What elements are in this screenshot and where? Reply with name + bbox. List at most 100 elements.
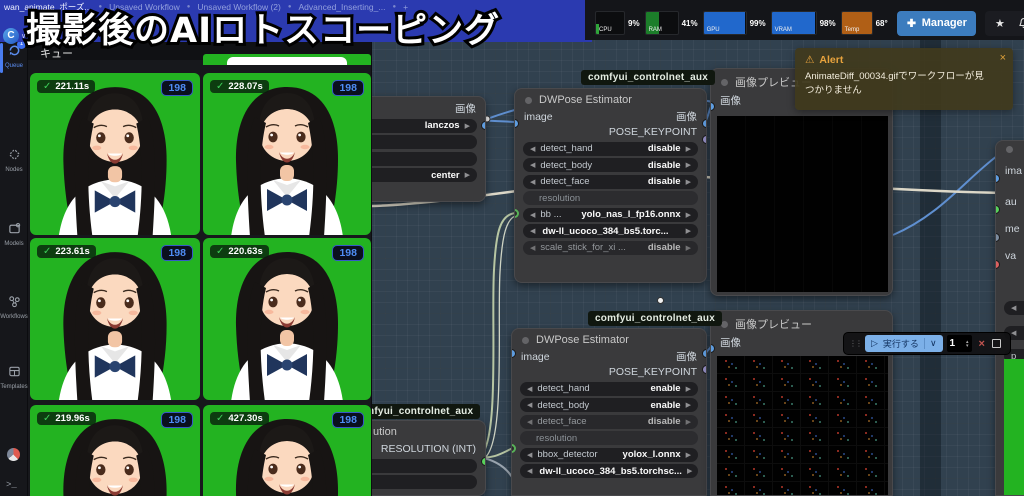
widget-detect-body[interactable]: ◀ detect_body enable ▶ [520, 398, 698, 412]
right-arrow-icon[interactable]: ▶ [686, 451, 691, 459]
execution-time-chip: ✓220.63s [210, 245, 269, 258]
widget-blank[interactable]: ◀ [1004, 301, 1024, 315]
left-arrow-icon[interactable]: ◀ [530, 244, 535, 252]
close-icon[interactable]: × [1000, 52, 1006, 64]
run-toolbar: ⋮⋮ ▷ 実行する ∨ 1 ▴▾ × [843, 332, 1011, 355]
queue-result-partial[interactable] [203, 54, 371, 65]
widget-detect-hand[interactable]: ◀ detect_hand enable ▶ [520, 382, 698, 396]
left-arrow-icon[interactable]: ◀ [530, 161, 535, 169]
output-image-port[interactable] [702, 349, 707, 358]
left-arrow-icon[interactable]: ◀ [527, 467, 532, 475]
input-meta-batch-port[interactable] [995, 233, 1000, 242]
collapse-dot-icon[interactable] [1006, 146, 1013, 153]
terminal-icon[interactable]: >_ [6, 480, 17, 490]
output-resolution-port[interactable] [481, 457, 486, 466]
input-audio-port[interactable] [995, 205, 1000, 214]
left-arrow-icon[interactable]: ◀ [1011, 329, 1016, 337]
input-image-port[interactable] [710, 102, 715, 111]
left-arrow-icon[interactable]: ◀ [530, 211, 535, 219]
left-arrow-icon[interactable]: ◀ [527, 418, 532, 426]
right-arrow-icon[interactable]: ▶ [686, 161, 691, 169]
sidebar-item-workflows[interactable]: Workflows [0, 295, 28, 320]
widget-resolution[interactable]: resolution [523, 191, 698, 205]
right-arrow-icon[interactable]: ▶ [686, 145, 691, 153]
templates-icon [8, 365, 21, 378]
frame-count-badge: 198 [332, 245, 364, 261]
input-resolution-port[interactable] [514, 209, 519, 218]
node-video-combine[interactable]: ima au me va ◀ ◀ p s [995, 140, 1024, 496]
widget-bbox-detector[interactable]: ◀ bb ... yolo_nas_l_fp16.onnx ▶ [523, 208, 698, 222]
comfyui-logo[interactable]: C ∨ [3, 28, 26, 44]
widget-detect-hand[interactable]: ◀ detect_hand disable ▶ [523, 142, 698, 156]
output-image-port[interactable] [702, 119, 707, 128]
resource-pie-icon[interactable] [7, 448, 20, 461]
right-arrow-icon[interactable]: ▶ [686, 244, 691, 252]
input-image-port[interactable] [710, 344, 715, 353]
queue-result-tile[interactable]: ✓427.30s 198 [203, 405, 371, 496]
node-dwpose-estimator-1[interactable]: DWPose Estimator image画像 POSE_KEYPOINT ◀… [514, 88, 707, 283]
run-button[interactable]: ▷ 実行する ∨ [865, 335, 943, 352]
widget-pose-estimator[interactable]: ◀ dw-ll_ucoco_384_bs5.torc... ▶ [523, 224, 698, 238]
left-arrow-icon[interactable]: ◀ [1011, 304, 1016, 312]
manager-button[interactable]: Manager [897, 11, 976, 36]
widget-scale-stick[interactable]: ◀ scale_stick_for_xi ... disable ▶ [523, 241, 698, 255]
left-arrow-icon[interactable]: ◀ [527, 451, 532, 459]
frame-count-badge: 198 [161, 412, 193, 428]
collapse-dot-icon[interactable] [721, 321, 728, 328]
widget-pose-estimator[interactable]: ◀ dw-ll_ucoco_384_bs5.torchsc... ▶ [520, 464, 698, 478]
chevron-down-icon[interactable]: ∨ [930, 338, 937, 349]
collapse-dot-icon[interactable] [721, 79, 728, 86]
stop-button[interactable] [992, 339, 1001, 348]
spinner-icons[interactable]: ▴▾ [966, 340, 969, 348]
queue-result-tile[interactable]: ✓223.61s 198 [30, 238, 200, 400]
clear-queue-button[interactable]: × [976, 338, 988, 350]
widget-bbox-detector[interactable]: ◀ bbox_detector yolox_l.onnx ▶ [520, 448, 698, 462]
sidebar-item-nodes[interactable]: Nodes [0, 148, 28, 173]
output-pose-keypoint-port[interactable] [702, 365, 707, 374]
batch-count-stepper[interactable]: 1 ▴▾ [947, 335, 972, 352]
output-pose-keypoint-port[interactable] [702, 135, 707, 144]
sidebar-item-templates[interactable]: Templates [0, 365, 28, 390]
queue-result-tile[interactable]: ✓219.96s 198 [30, 405, 200, 496]
bell-icon[interactable] [1018, 17, 1024, 29]
right-arrow-icon[interactable]: ▶ [686, 227, 691, 235]
reroute-dot[interactable] [657, 297, 664, 304]
left-arrow-icon[interactable]: ◀ [527, 401, 532, 409]
left-arrow-icon[interactable]: ◀ [530, 227, 535, 235]
sidebar-item-models[interactable]: Models [0, 222, 28, 247]
widget-resolution[interactable]: resolution [520, 431, 698, 445]
right-arrow-icon[interactable]: ▶ [686, 211, 691, 219]
left-arrow-icon[interactable]: ◀ [527, 385, 532, 393]
collapse-dot-icon[interactable] [522, 337, 529, 344]
output-image-port[interactable] [481, 121, 486, 130]
right-arrow-icon[interactable]: ▶ [686, 178, 691, 186]
right-arrow-icon[interactable]: ▶ [686, 418, 691, 426]
left-arrow-icon[interactable]: ◀ [530, 178, 535, 186]
queue-result-tile[interactable]: ✓220.63s 198 [203, 238, 371, 400]
right-arrow-icon[interactable]: ▶ [686, 401, 691, 409]
right-arrow-icon[interactable]: ▶ [465, 171, 470, 179]
star-icon[interactable]: ★ [995, 17, 1005, 30]
right-arrow-icon[interactable]: ▶ [686, 385, 691, 393]
right-arrow-icon[interactable]: ▶ [687, 467, 692, 475]
sidebar-item-queue[interactable]: 1 Queue [0, 44, 28, 69]
widget-detect-face[interactable]: ◀ detect_face disable ▶ [523, 175, 698, 189]
left-arrow-icon[interactable]: ◀ [530, 145, 535, 153]
widget-detect-face[interactable]: ◀ detect_face disable ▶ [520, 415, 698, 429]
queue-result-tile[interactable]: ✓221.11s 198 [30, 73, 200, 235]
queue-result-tile[interactable]: ✓228.07s 198 [203, 73, 371, 235]
node-title: ution [373, 426, 397, 438]
check-icon: ✓ [216, 246, 224, 257]
drag-handle-icon[interactable]: ⋮⋮ [849, 339, 861, 348]
input-resolution-port[interactable] [511, 444, 516, 453]
temp-monitor: Temp 68° [841, 11, 888, 35]
input-image-label: 画像 [720, 335, 741, 350]
video-title-overlay: 撮影後のAIロトスコーピング [26, 2, 500, 53]
node-dwpose-estimator-2[interactable]: DWPose Estimator image画像 POSE_KEYPOINT ◀… [511, 328, 707, 496]
right-arrow-icon[interactable]: ▶ [465, 122, 470, 130]
input-vae-port[interactable] [995, 260, 1000, 269]
input-images-port[interactable] [995, 174, 1000, 183]
widget-detect-body[interactable]: ◀ detect_body disable ▶ [523, 158, 698, 172]
collapse-dot-icon[interactable] [525, 97, 532, 104]
check-icon: ✓ [43, 246, 51, 257]
